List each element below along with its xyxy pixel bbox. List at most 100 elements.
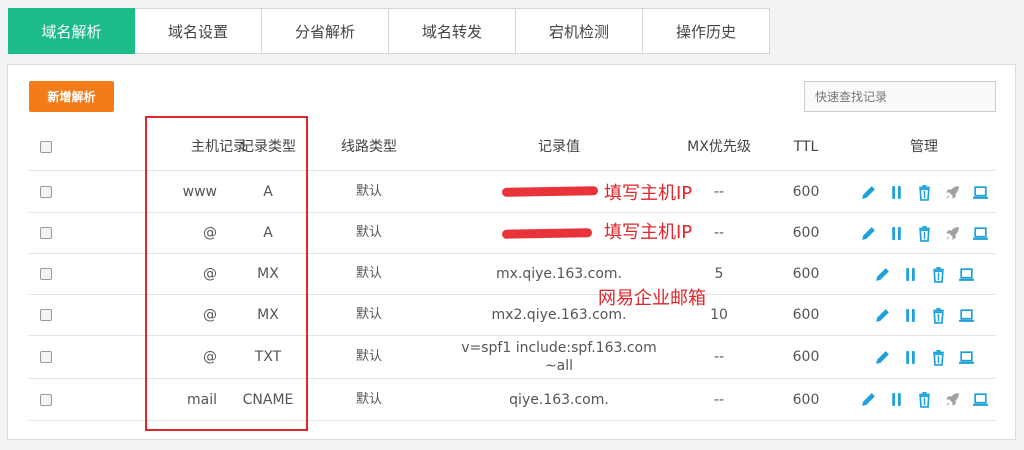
tab-operation-history[interactable]: 操作历史 [643,8,770,54]
records-table: 主机记录 记录类型 线路类型 记录值 MX优先级 TTL 管理 www A 默认 --… [8,65,1017,441]
table-header: 主机记录 记录类型 线路类型 记录值 MX优先级 TTL 管理 [29,123,996,171]
row-checkbox[interactable] [40,309,52,321]
row-checkbox[interactable] [40,186,52,198]
cell-type: A [263,225,273,241]
manage-icons [858,182,990,202]
laptop-icon[interactable] [956,347,976,367]
laptop-icon[interactable] [956,264,976,284]
pencil-icon[interactable] [858,223,878,243]
pause-icon[interactable] [900,347,920,367]
cell-manage [849,379,999,420]
cell-type: A [263,184,273,200]
trash-icon[interactable] [928,305,948,325]
cell-manage [849,336,999,378]
cell-manage [849,254,999,294]
row-checkbox-cell[interactable] [37,213,55,253]
cell-ttl: 600 [792,349,820,365]
rocket-icon[interactable] [942,223,962,243]
cell-ttl: 600 [792,184,820,200]
cell-type: MX [257,307,279,323]
cell-ttl: 600 [792,391,820,408]
pause-icon[interactable] [900,264,920,284]
manage-icons [872,264,976,284]
cell-value: qiye.163.com. [509,391,609,408]
row-checkbox-cell[interactable] [37,254,55,294]
header-ttl: TTL [793,138,819,155]
cell-type: MX [257,266,279,282]
pause-icon[interactable] [900,305,920,325]
manage-icons [872,347,976,367]
table-row: @ TXT 默认 v=spf1 include:spf.163.com ~all -- 6… [29,336,996,379]
row-checkbox[interactable] [40,351,52,363]
cell-line: 默认 [355,391,382,407]
row-checkbox-cell[interactable] [37,172,55,212]
cell-type: CNAME [242,391,294,408]
trash-icon[interactable] [928,347,948,367]
cell-ttl: 600 [792,266,820,282]
laptop-icon[interactable] [970,390,990,410]
cell-line: 默认 [355,266,382,281]
cell-host: @ [203,349,217,365]
row-checkbox[interactable] [40,393,52,406]
cell-value: v=spf1 include:spf.163.com ~all [461,340,657,374]
pause-icon[interactable] [886,223,906,243]
laptop-icon[interactable] [970,223,990,243]
tab-bar: 域名解析 域名设置 分省解析 域名转发 宕机检测 操作历史 [8,8,770,54]
cell-line: 默认 [355,184,382,199]
cell-manage [849,213,999,253]
cell-host: @ [203,266,217,282]
cell-mx: -- [713,349,725,365]
records-panel: 新增解析 主机记录 记录类型 线路类型 记录值 MX优先级 TTL 管理 www… [7,64,1016,440]
cell-line: 默认 [355,349,382,364]
header-type: 记录类型 [240,138,296,155]
cell-manage [849,172,999,212]
tab-domain-settings[interactable]: 域名设置 [135,8,262,54]
cell-manage [849,295,999,335]
row-checkbox[interactable] [40,227,52,239]
pencil-icon[interactable] [858,390,878,410]
tab-province-resolve[interactable]: 分省解析 [262,8,389,54]
tab-downtime-check[interactable]: 宕机检测 [516,8,643,54]
annotation-fill-ip: 填写主机IP [604,183,693,204]
header-line: 线路类型 [341,138,397,155]
redaction-scribble [501,186,599,197]
table-row: @ MX 默认 mx.qiye.163.com. 5 600 [29,254,996,295]
cell-ttl: 600 [792,307,820,323]
tab-dns-resolve[interactable]: 域名解析 [8,8,135,54]
cell-ttl: 600 [792,225,820,241]
annotation-netease-mail: 网易企业邮箱 [598,288,706,309]
pencil-icon[interactable] [872,264,892,284]
rocket-icon[interactable] [942,182,962,202]
header-manage: 管理 [910,138,938,155]
trash-icon[interactable] [914,390,934,410]
manage-icons [872,305,976,325]
select-all-checkbox[interactable] [40,140,52,153]
tab-domain-forward[interactable]: 域名转发 [389,8,516,54]
select-all-checkbox-cell[interactable] [37,123,55,170]
trash-icon[interactable] [914,223,934,243]
pause-icon[interactable] [886,182,906,202]
cell-mx: -- [713,391,725,408]
pause-icon[interactable] [886,390,906,410]
annotation-fill-ip: 填写主机IP [604,222,693,243]
row-checkbox[interactable] [40,268,52,280]
row-checkbox-cell[interactable] [37,336,55,378]
rocket-icon[interactable] [942,390,962,410]
cell-host: @ [203,225,217,241]
laptop-icon[interactable] [970,182,990,202]
cell-host: www [182,184,217,200]
pencil-icon[interactable] [872,347,892,367]
row-checkbox-cell[interactable] [37,379,55,420]
row-checkbox-cell[interactable] [37,295,55,335]
pencil-icon[interactable] [872,305,892,325]
pencil-icon[interactable] [858,182,878,202]
header-mx: MX优先级 [687,138,751,155]
trash-icon[interactable] [914,182,934,202]
laptop-icon[interactable] [956,305,976,325]
redaction-scribble [501,228,593,239]
cell-line: 默认 [355,225,382,240]
table-row: mail CNAME 默认 qiye.163.com. -- 600 [29,379,996,421]
table-row: @ MX 默认 mx2.qiye.163.com. 10 600 [29,295,996,336]
trash-icon[interactable] [928,264,948,284]
manage-icons [858,390,990,410]
